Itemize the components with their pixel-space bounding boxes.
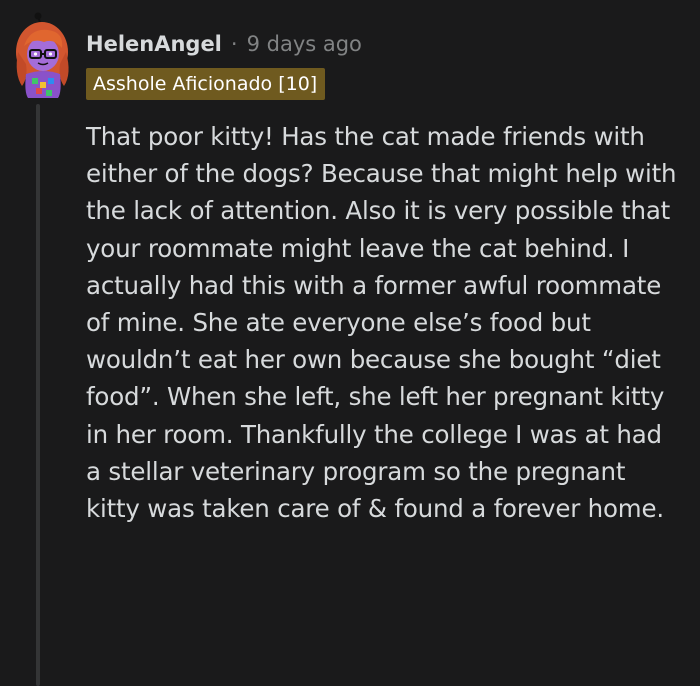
user-flair-badge: Asshole Aficionado [10]: [86, 68, 326, 100]
comment-body: That poor kitty! Has the cat made friend…: [86, 122, 677, 524]
username-link[interactable]: HelenAngel: [86, 32, 222, 56]
comment: HelenAngel · 9 days ago Asshole Aficiona…: [0, 0, 700, 686]
avatar-icon: [16, 12, 69, 98]
comment-header: HelenAngel · 9 days ago: [86, 28, 362, 60]
meta-separator: ·: [230, 32, 238, 56]
timestamp-link[interactable]: 9 days ago: [247, 32, 362, 56]
thread-collapse-line[interactable]: [36, 104, 40, 686]
user-avatar[interactable]: [8, 12, 80, 98]
